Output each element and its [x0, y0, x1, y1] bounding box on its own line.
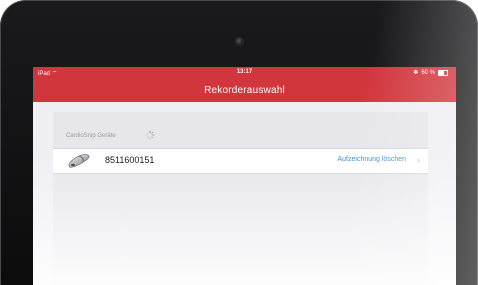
battery-icon: [438, 69, 448, 76]
front-camera: [235, 38, 243, 45]
chevron-right-icon: ›: [417, 155, 420, 165]
section-header: CardioSnip Geräte: [53, 112, 428, 147]
bluetooth-icon: ✱: [413, 70, 419, 76]
loading-spinner-icon: [145, 130, 155, 140]
section-label: CardioSnip Geräte: [66, 133, 116, 139]
ipad-bezel: iPad ⌔ 13:17 ✱ 60 % Rekorderauswahl Card…: [0, 0, 478, 285]
app-screen: iPad ⌔ 13:17 ✱ 60 % Rekorderauswahl Card…: [33, 67, 456, 285]
battery-percent: 60 %: [421, 69, 435, 76]
recorder-device-icon: [68, 154, 90, 168]
page-title: Rekorderauswahl: [204, 85, 285, 96]
delete-recording-link[interactable]: Aufzeichnung löschen: [338, 156, 407, 163]
status-time: 13:17: [236, 69, 253, 75]
status-right: ✱ 60 %: [413, 69, 448, 76]
device-number: 8511600151: [105, 155, 155, 165]
device-row[interactable]: 8511600151 Aufzeichnung löschen ›: [53, 148, 428, 174]
status-bar: iPad ⌔ 13:17 ✱ 60 %: [33, 67, 456, 79]
device-list: CardioSnip Geräte 8511600151 Aufzeichnun…: [53, 112, 428, 285]
navigation-bar: Rekorderauswahl: [33, 79, 456, 102]
